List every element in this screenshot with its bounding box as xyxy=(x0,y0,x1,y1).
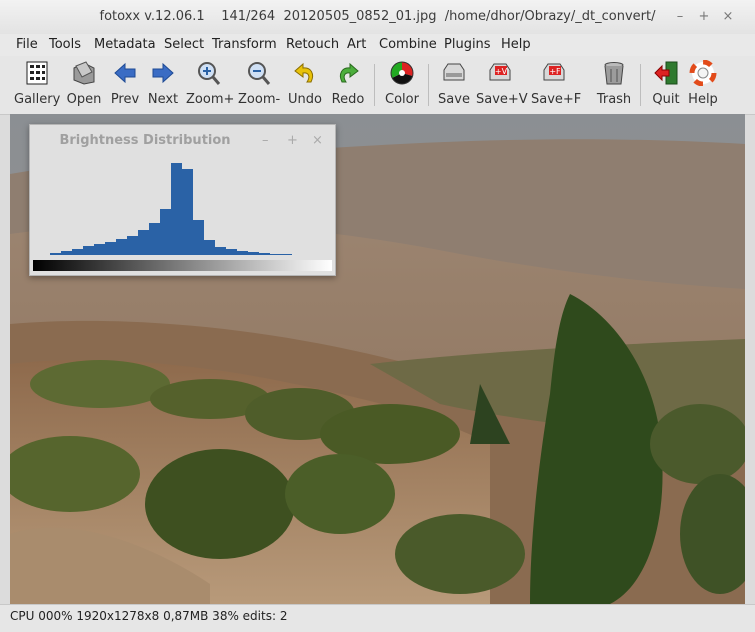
save-version-icon: +V xyxy=(489,63,511,81)
minimize-button[interactable]: – xyxy=(672,9,688,25)
histogram-bar xyxy=(204,240,215,255)
save-version-button[interactable]: +V Save+V xyxy=(476,60,528,107)
undo-label: Undo xyxy=(288,92,322,107)
menu-select[interactable]: Select xyxy=(164,37,204,52)
toolbar: Gallery Open Prev Next Zoom+ Zoom- Undo … xyxy=(0,56,755,115)
histogram-bar xyxy=(237,251,248,255)
color-wheel-icon xyxy=(390,61,414,85)
histogram-bar xyxy=(171,163,182,255)
histogram-bar xyxy=(215,247,226,255)
gallery-button[interactable]: Gallery xyxy=(14,60,60,107)
toolbar-separator xyxy=(640,64,641,106)
help-icon xyxy=(689,60,717,86)
histogram-close-button[interactable]: × xyxy=(312,133,323,148)
menu-bar: File Tools Metadata Select Transform Ret… xyxy=(0,34,755,56)
toolbar-separator xyxy=(428,64,429,106)
save-label: Save xyxy=(438,92,470,107)
quit-icon xyxy=(654,61,678,85)
zoom-in-button[interactable]: Zoom+ xyxy=(186,60,235,107)
help-label: Help xyxy=(688,92,718,107)
histogram-bar xyxy=(83,246,94,255)
menu-plugins[interactable]: Plugins xyxy=(444,37,491,52)
redo-label: Redo xyxy=(331,92,365,107)
histogram-bar xyxy=(105,242,116,255)
histogram-bar xyxy=(226,249,237,255)
histogram-plot xyxy=(50,163,310,255)
menu-metadata[interactable]: Metadata xyxy=(94,37,156,52)
histogram-bar xyxy=(127,236,138,255)
brightness-distribution-window[interactable]: Brightness Distribution – + × xyxy=(29,124,336,276)
help-button[interactable]: Help xyxy=(687,60,719,107)
redo-button[interactable]: Redo xyxy=(330,60,366,107)
window-title: fotoxx v.12.06.1 141/264 20120505_0852_0… xyxy=(99,9,656,24)
prev-label: Prev xyxy=(110,92,140,107)
zoom-in-label: Zoom+ xyxy=(186,92,235,107)
next-arrow-icon xyxy=(152,62,174,84)
next-label: Next xyxy=(147,92,179,107)
histogram-bar xyxy=(182,169,193,255)
color-label: Color xyxy=(385,92,419,107)
undo-icon xyxy=(294,62,314,83)
redo-icon xyxy=(339,62,359,83)
prev-button[interactable]: Prev xyxy=(109,60,141,107)
histogram-bar xyxy=(259,253,270,255)
trash-label: Trash xyxy=(596,92,632,107)
histogram-bar xyxy=(116,239,127,255)
save-button[interactable]: Save xyxy=(437,60,471,107)
zoom-out-button[interactable]: Zoom- xyxy=(238,60,280,107)
open-label: Open xyxy=(66,92,102,107)
status-bar: CPU 000% 1920x1278x8 0,87MB 38% edits: 2 xyxy=(0,604,755,632)
save-file-label: Save+F xyxy=(531,92,582,107)
histogram-bar xyxy=(94,244,105,255)
undo-button[interactable]: Undo xyxy=(287,60,323,107)
svg-text:+F: +F xyxy=(549,67,561,76)
menu-help[interactable]: Help xyxy=(501,37,531,52)
gallery-icon xyxy=(26,61,48,85)
histogram-bar xyxy=(160,209,171,255)
title-bar[interactable]: fotoxx v.12.06.1 141/264 20120505_0852_0… xyxy=(0,0,755,35)
save-version-label: Save+V xyxy=(476,92,528,107)
zoom-in-icon xyxy=(198,62,221,85)
menu-art[interactable]: Art xyxy=(347,37,366,52)
prev-arrow-icon xyxy=(114,62,136,84)
histogram-minimize-button[interactable]: – xyxy=(262,133,269,148)
open-button[interactable]: Open xyxy=(66,60,102,107)
maximize-button[interactable]: + xyxy=(696,9,712,25)
color-button[interactable]: Color xyxy=(383,60,421,107)
save-icon xyxy=(443,63,465,81)
histogram-bar xyxy=(270,254,281,255)
toolbar-separator xyxy=(374,64,375,106)
histogram-maximize-button[interactable]: + xyxy=(287,133,298,148)
histogram-bar xyxy=(50,253,61,255)
histogram-bar xyxy=(61,251,72,255)
histogram-bar xyxy=(193,220,204,255)
next-button[interactable]: Next xyxy=(146,60,180,107)
save-file-button[interactable]: +F Save+F xyxy=(531,60,581,107)
trash-icon xyxy=(604,62,624,85)
histogram-title: Brightness Distribution xyxy=(59,133,231,148)
close-button[interactable]: × xyxy=(720,9,736,25)
quit-label: Quit xyxy=(652,92,680,107)
brightness-gradient-strip xyxy=(33,260,332,271)
histogram-bar xyxy=(72,249,83,255)
gallery-label: Gallery xyxy=(14,92,61,107)
menu-combine[interactable]: Combine xyxy=(379,37,437,52)
status-text: CPU 000% 1920x1278x8 0,87MB 38% edits: 2 xyxy=(10,609,288,623)
zoom-out-label: Zoom- xyxy=(238,92,281,107)
histogram-bar xyxy=(138,230,149,255)
open-icon xyxy=(73,61,95,85)
menu-retouch[interactable]: Retouch xyxy=(286,37,339,52)
histogram-bar xyxy=(149,223,160,255)
histogram-bar xyxy=(281,254,292,255)
menu-file[interactable]: File xyxy=(16,37,38,52)
quit-button[interactable]: Quit xyxy=(650,60,682,107)
menu-transform[interactable]: Transform xyxy=(212,37,277,52)
save-file-icon: +F xyxy=(543,63,565,81)
trash-button[interactable]: Trash xyxy=(596,60,632,107)
menu-tools[interactable]: Tools xyxy=(49,37,81,52)
svg-text:+V: +V xyxy=(495,67,508,76)
histogram-bar xyxy=(248,252,259,255)
zoom-out-icon xyxy=(248,62,271,85)
